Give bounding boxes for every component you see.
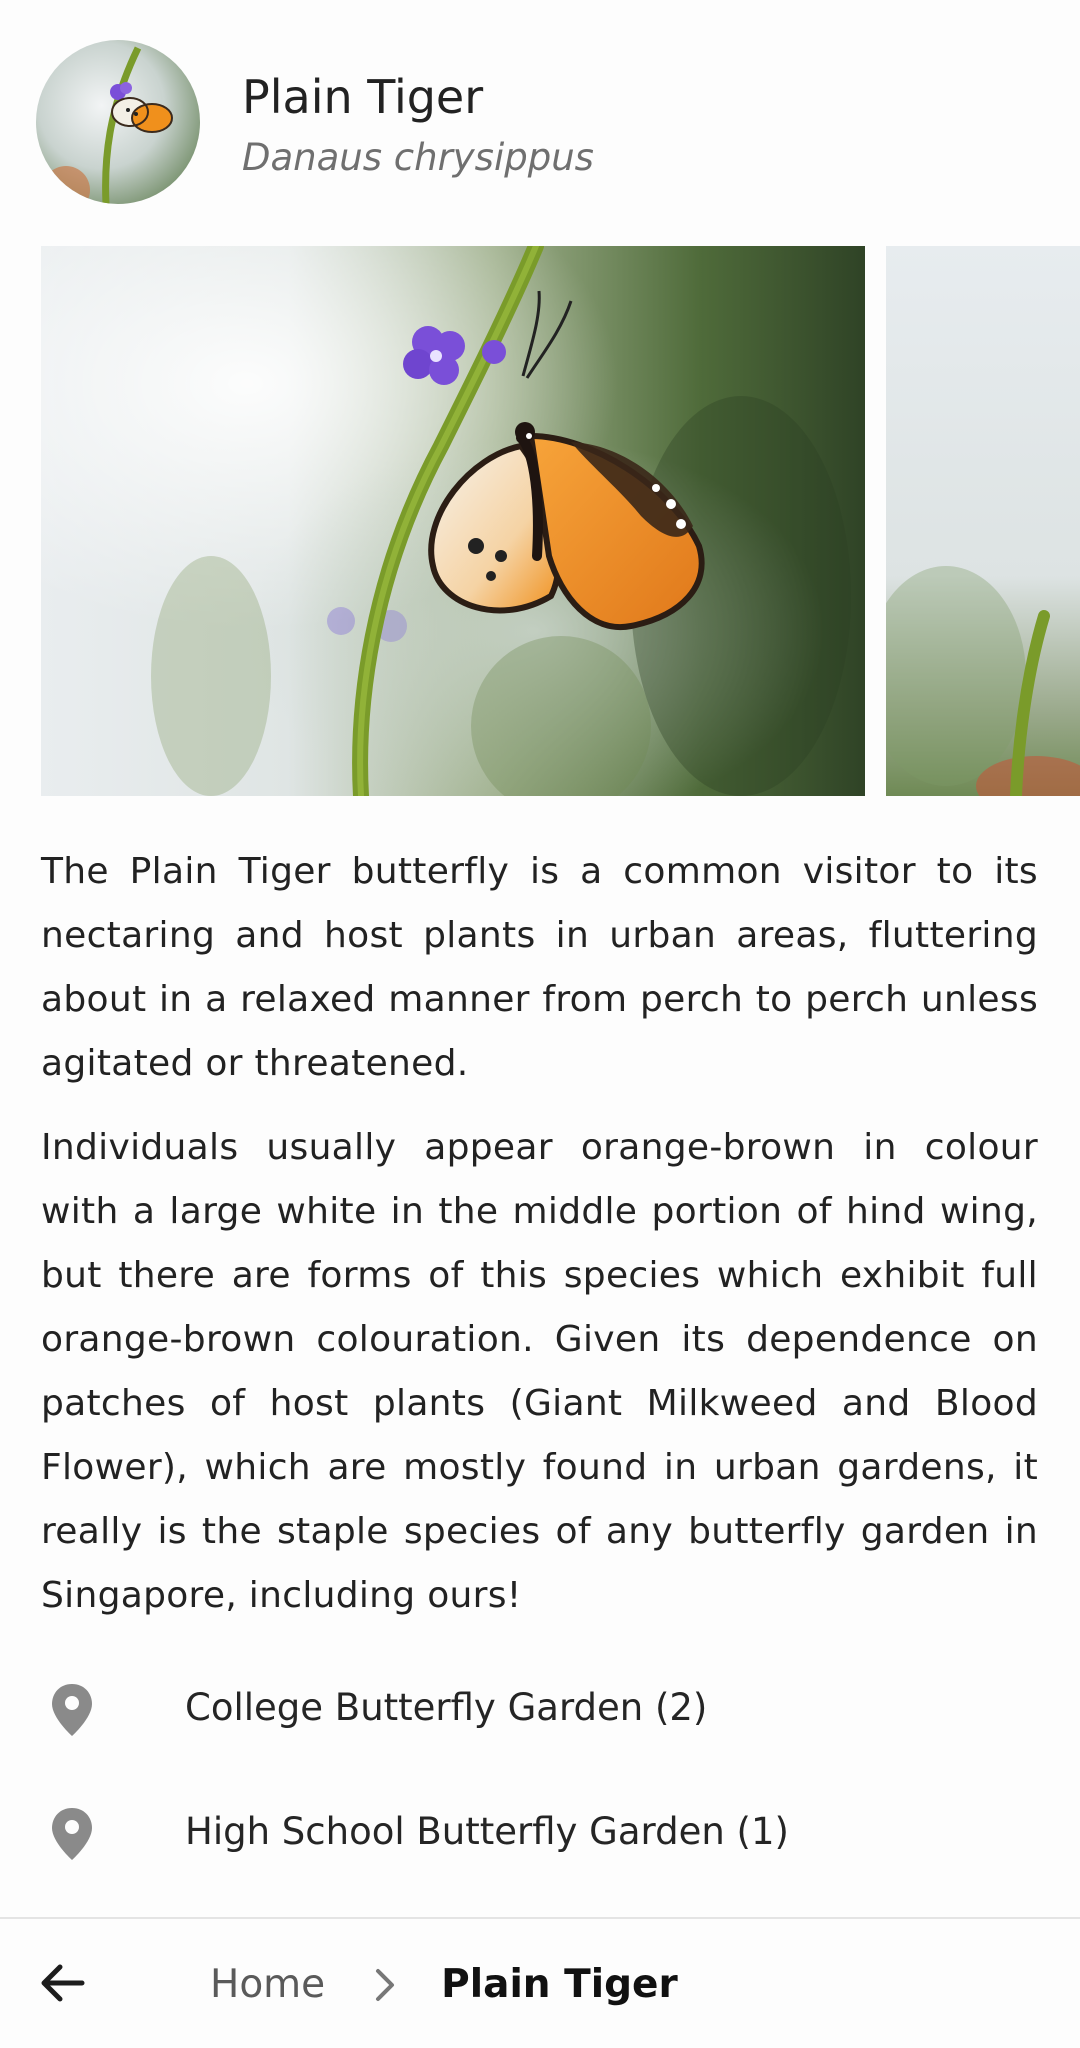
back-button[interactable]: [30, 1951, 94, 2015]
location-label: High School Butterfly Garden (1): [185, 1810, 789, 1853]
species-avatar: [36, 40, 200, 204]
photo-gallery[interactable]: [0, 246, 1080, 796]
bottom-navigation-bar: Home Plain Tiger: [0, 1917, 1080, 2048]
species-detail-screen: Plain Tiger Danaus chrysippus The Plain …: [0, 0, 1080, 2048]
breadcrumb: Home Plain Tiger: [210, 1919, 678, 2048]
butterfly-photo-icon: [886, 246, 1080, 796]
chevron-right-icon: [365, 1965, 405, 2005]
butterfly-photo-icon: [41, 246, 865, 796]
species-header: Plain Tiger Danaus chrysippus: [0, 0, 1080, 246]
location-label: College Butterfly Garden (2): [185, 1686, 708, 1729]
scientific-name: Danaus chrysippus: [242, 136, 594, 179]
butterfly-photo[interactable]: [886, 246, 1080, 796]
description-paragraph: The Plain Tiger butterfly is a common vi…: [41, 851, 1038, 1084]
arrow-left-icon: [41, 1964, 85, 2002]
description-paragraph: Individuals usually appear orange-brown …: [41, 1127, 1038, 1616]
location-item[interactable]: High School Butterfly Garden (1): [0, 1774, 1080, 1898]
species-name: Plain Tiger: [242, 70, 484, 124]
location-list: College Butterfly Garden (2) High School…: [0, 1650, 1080, 1898]
species-description: The Plain Tiger butterfly is a common vi…: [41, 840, 1038, 1648]
breadcrumb-current: Plain Tiger: [441, 1962, 678, 2007]
butterfly-photo[interactable]: [41, 246, 865, 796]
location-pin-icon: [50, 1682, 94, 1738]
location-item[interactable]: College Butterfly Garden (2): [0, 1650, 1080, 1774]
breadcrumb-home-link[interactable]: Home: [210, 1962, 325, 2007]
location-pin-icon: [50, 1806, 94, 1862]
